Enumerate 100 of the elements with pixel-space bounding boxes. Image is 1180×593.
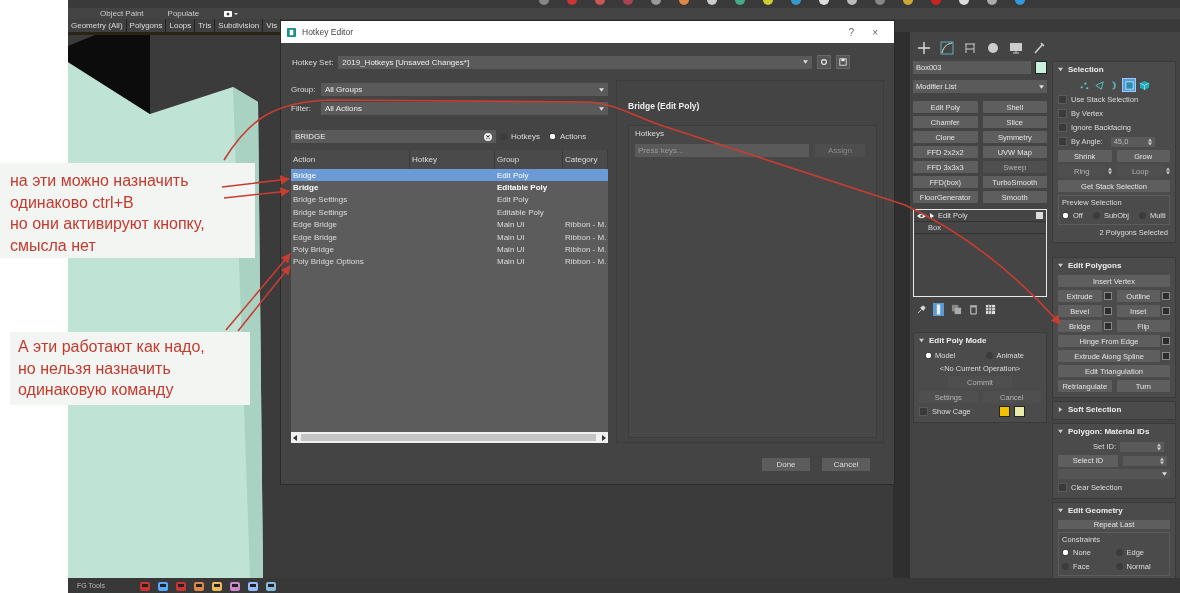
color-swatch[interactable] (1014, 406, 1025, 417)
radio-label[interactable]: Actions (559, 132, 587, 141)
table-row[interactable]: Poly Bridge Main UI Ribbon - M. (291, 243, 608, 256)
triangle-icon[interactable] (1058, 429, 1063, 434)
ribbon-tab[interactable]: Loops (166, 19, 196, 32)
spinner-arrows-icon[interactable] (1160, 456, 1164, 465)
tool-icon[interactable] (156, 579, 169, 592)
ribbon-tab[interactable]: Populate (167, 9, 200, 18)
caret-icon[interactable] (803, 60, 808, 64)
rollout-title[interactable]: Edit Poly Mode (929, 336, 987, 345)
left-arrow-icon[interactable] (293, 434, 297, 441)
save-icon[interactable] (836, 55, 850, 69)
color-swatch[interactable] (1035, 61, 1047, 74)
radio-label[interactable]: Hotkeys (511, 132, 540, 141)
tool-icon[interactable] (246, 579, 259, 592)
settings-box-icon[interactable] (1103, 322, 1112, 330)
plus-icon[interactable] (917, 41, 931, 55)
pin-icon[interactable] (917, 305, 926, 314)
radio-button[interactable] (1062, 549, 1069, 556)
spinner-arrows-icon[interactable] (1107, 167, 1112, 175)
number-field[interactable] (1120, 441, 1164, 452)
rollout-title[interactable]: Edit Geometry (1068, 506, 1123, 515)
grid-icon[interactable] (985, 304, 996, 315)
table-row[interactable]: Edge Bridge Main UI Ribbon - M. (291, 218, 608, 231)
search-field[interactable]: BRIDGE (291, 130, 496, 143)
checkbox[interactable] (1058, 483, 1067, 492)
trash-icon[interactable] (969, 304, 978, 315)
triangle-icon[interactable] (1058, 263, 1063, 268)
eye-icon[interactable] (917, 212, 926, 219)
tool-icon[interactable] (210, 579, 223, 592)
table-row[interactable]: Bridge Edit Poly (291, 169, 608, 182)
clear-icon[interactable] (484, 132, 492, 141)
table-row[interactable]: Bridge Editable Poly (291, 181, 608, 194)
radio-button[interactable] (548, 133, 556, 140)
bar-icon[interactable] (933, 303, 944, 316)
rollout-title[interactable]: Polygon: Material IDs (1068, 427, 1150, 436)
settings-box-icon[interactable] (1162, 292, 1170, 300)
field-label: Filter: (291, 104, 312, 113)
ribbon-tab[interactable]: Subdivision (215, 19, 264, 32)
triangle-icon[interactable] (930, 212, 934, 219)
monitor-icon[interactable] (1009, 41, 1023, 55)
dialog-button[interactable]: Done (762, 458, 810, 471)
group-dropdown[interactable]: All Groups (321, 83, 608, 96)
wrench-icon[interactable] (1032, 41, 1046, 55)
gear-icon[interactable] (817, 55, 831, 69)
tool-icon[interactable] (264, 579, 277, 592)
ribbon-tab[interactable]: Vis (263, 19, 282, 32)
settings-box-icon[interactable] (1162, 307, 1170, 315)
table-row[interactable]: Bridge Settings Edit Poly (291, 193, 608, 207)
checkbox[interactable] (1058, 109, 1067, 118)
right-arrow-icon[interactable] (602, 434, 606, 441)
curve-icon[interactable] (940, 41, 954, 55)
table-cell-text: Bridge Settings (292, 207, 349, 217)
table-row[interactable]: Bridge Settings Editable Poly (291, 206, 608, 219)
spinner-arrows-icon[interactable] (1166, 167, 1170, 175)
color-swatch[interactable] (999, 406, 1010, 417)
triangle-icon[interactable] (919, 338, 924, 343)
table-row[interactable]: Poly Bridge Options Main UI Ribbon - M. (291, 255, 608, 269)
display-icon[interactable] (223, 9, 240, 18)
ribbon-tab[interactable]: Geometry (All) (68, 19, 127, 32)
ribbon-tab[interactable]: Tris (195, 19, 216, 32)
checkbox[interactable] (1058, 123, 1067, 132)
spinner-arrows-icon[interactable] (1147, 137, 1152, 146)
hierarchy-icon[interactable] (963, 41, 977, 55)
settings-box-icon[interactable] (1103, 292, 1112, 300)
tool-icon[interactable] (192, 579, 205, 592)
sphere-icon[interactable] (986, 41, 1000, 55)
caret-icon[interactable] (1039, 84, 1044, 89)
rollout-title[interactable]: Soft Selection (1068, 405, 1122, 414)
close-button[interactable]: × (866, 26, 884, 38)
radio-button[interactable] (925, 352, 932, 359)
table-row[interactable]: Edge Bridge Main UI Ribbon - M. (291, 230, 608, 244)
settings-box-icon[interactable] (1103, 307, 1112, 315)
ribbon-tab[interactable]: Polygons (126, 19, 167, 32)
triangle-icon[interactable] (1058, 508, 1063, 513)
settings-box-icon[interactable] (1162, 352, 1170, 360)
rollout-title[interactable]: Selection (1068, 65, 1104, 74)
triangle-icon[interactable] (1058, 407, 1063, 412)
help-button[interactable]: ? (842, 26, 861, 38)
radio-button[interactable] (1062, 212, 1069, 219)
settings-box-icon[interactable] (1162, 337, 1170, 345)
horizontal-scrollbar[interactable] (291, 432, 608, 443)
rollout-title[interactable]: Edit Polygons (1068, 261, 1122, 270)
triangle-icon[interactable] (1093, 79, 1105, 91)
caret-icon[interactable] (1162, 472, 1167, 476)
cube-icon[interactable] (1138, 79, 1150, 91)
number-field[interactable] (1123, 455, 1167, 466)
tool-icon[interactable] (228, 579, 241, 592)
checkbox[interactable] (1058, 137, 1067, 146)
checkbox[interactable] (1058, 95, 1067, 104)
spinner-arrows-icon[interactable] (1157, 442, 1161, 451)
ribbon-tab[interactable]: Object Paint (100, 9, 144, 18)
copies-icon[interactable] (951, 304, 962, 315)
hotkey-set-dropdown[interactable]: 2019_Hotkeys [Unsaved Changes*] (338, 55, 812, 69)
caret-icon[interactable] (599, 87, 604, 92)
dialog-button[interactable]: Cancel (822, 458, 870, 471)
filter-dropdown[interactable]: All Actions (321, 102, 608, 115)
caret-icon[interactable] (599, 106, 604, 111)
checkbox[interactable] (919, 407, 928, 416)
triangle-icon[interactable] (1058, 67, 1063, 72)
